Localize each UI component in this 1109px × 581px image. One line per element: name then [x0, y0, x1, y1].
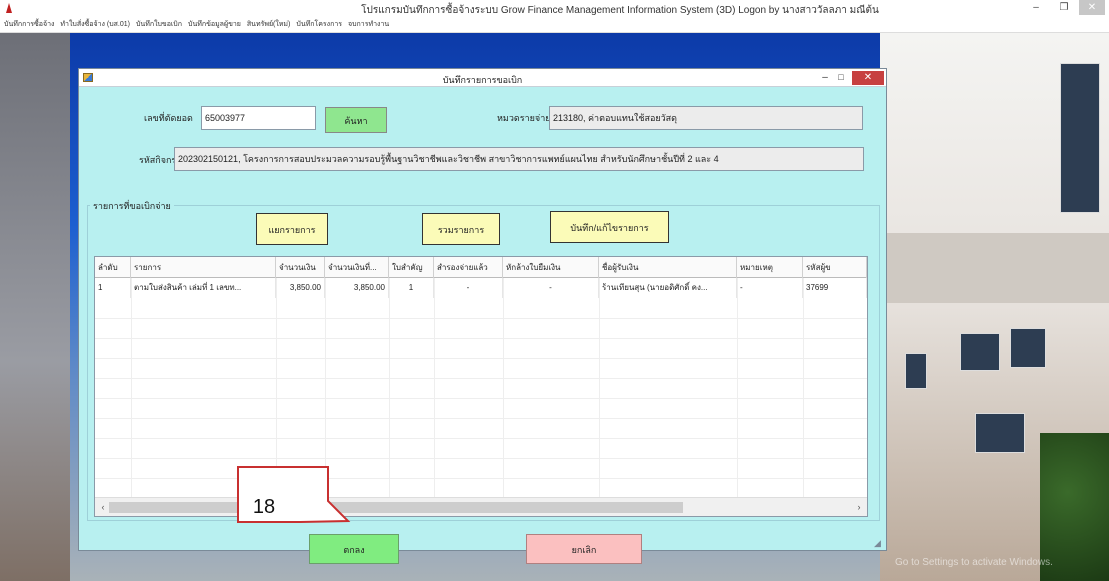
- grid-line: [276, 278, 277, 498]
- grid-line: [95, 338, 867, 339]
- app-close-button[interactable]: ✕: [1079, 0, 1105, 15]
- grid-line: [131, 278, 132, 498]
- column-header-vendor-code[interactable]: รหัสผู้ข: [803, 257, 867, 278]
- grid-line: [95, 478, 867, 479]
- grid-line: [95, 418, 867, 419]
- column-header-seq[interactable]: ลำดับ: [95, 257, 131, 278]
- background-window: [1060, 63, 1100, 213]
- app-window-controls: – ❐ ✕: [1023, 0, 1105, 17]
- background-window: [905, 353, 927, 389]
- ok-button[interactable]: ตกลง: [309, 534, 399, 564]
- grid-line: [389, 278, 390, 498]
- activity-field[interactable]: 202302150121, โครงการการสอบประมวลความรอบ…: [174, 147, 864, 171]
- column-header-payee[interactable]: ชื่อผู้รับเงิน: [599, 257, 737, 278]
- menu-item-assets[interactable]: สินทรัพย์(ใหม่): [247, 19, 290, 30]
- scroll-left-arrow-icon[interactable]: ‹: [97, 501, 109, 514]
- resize-grip-icon[interactable]: ◢: [874, 538, 884, 548]
- doc-no-input[interactable]: 65003977: [201, 106, 316, 130]
- cell-payee: ร้านเทียนสุน (นายอดิศักดิ์ คง...: [599, 278, 737, 298]
- grid-line: [434, 278, 435, 498]
- cell-vendor-code: 37699: [803, 278, 867, 298]
- menu-item-purchase[interactable]: บันทึกการซื้อจ้าง: [4, 19, 54, 30]
- cell-item: ตามใบส่งสินค้า เล่มที่ 1 เลขท...: [131, 278, 276, 298]
- background-window: [975, 413, 1025, 453]
- cell-amount-paid: 3,850.00: [325, 278, 389, 298]
- grid-header: ลำดับ รายการ จำนวนเงิน จำนวนเงินที่... ใ…: [95, 257, 867, 278]
- cell-advance-paid: -: [434, 278, 503, 298]
- background-window: [1010, 328, 1046, 368]
- merge-items-button[interactable]: รวมรายการ: [422, 213, 500, 245]
- grid-line: [95, 358, 867, 359]
- app-minimize-button[interactable]: –: [1023, 0, 1049, 15]
- grid-line: [95, 398, 867, 399]
- dialog-title: บันทึกรายการขอเบิก: [442, 75, 523, 85]
- grid-line: [599, 278, 600, 498]
- group-title: รายการที่ขอเบิกจ่าย: [90, 199, 174, 213]
- scrollbar-thumb[interactable]: [109, 502, 683, 513]
- cell-remarks: -: [737, 278, 803, 298]
- dialog-close-button[interactable]: ✕: [852, 71, 884, 85]
- grid-line: [737, 278, 738, 498]
- grid-line: [95, 458, 867, 459]
- app-menubar: บันทึกการซื้อจ้าง ทำใบสั่งซื้อจ้าง (บส.0…: [0, 17, 1109, 33]
- menu-item-exit[interactable]: จบการทำงาน: [348, 19, 389, 30]
- cell-voucher: 1: [389, 278, 434, 298]
- menu-item-vendor[interactable]: บันทึกข้อมูลผู้ขาย: [188, 19, 241, 30]
- cell-amount: 3,850.00: [276, 278, 325, 298]
- scroll-right-arrow-icon[interactable]: ›: [853, 501, 865, 514]
- app-titlebar: โปรแกรมบันทึกการซื้อจ้างระบบ Grow Financ…: [0, 0, 1109, 17]
- background-left-building: [0, 33, 70, 581]
- dialog-titlebar: บันทึกรายการขอเบิก – □ ✕: [79, 69, 886, 87]
- cell-seq: 1: [95, 278, 131, 298]
- withdrawal-dialog: บันทึกรายการขอเบิก – □ ✕ เลขที่ตัดยอด 65…: [78, 68, 887, 564]
- category-label: หมวดรายจ่าย: [497, 113, 551, 123]
- column-header-amount-paid[interactable]: จำนวนเงินที่...: [325, 257, 389, 278]
- column-header-remarks[interactable]: หมายเหตุ: [737, 257, 803, 278]
- table-row[interactable]: 1 ตามใบส่งสินค้า เล่มที่ 1 เลขท... 3,850…: [95, 278, 867, 298]
- dialog-minimize-button[interactable]: –: [818, 71, 832, 84]
- dialog-maximize-button[interactable]: □: [834, 71, 848, 84]
- grid-line: [95, 438, 867, 439]
- app-title: โปรแกรมบันทึกการซื้อจ้างระบบ Grow Financ…: [361, 5, 879, 16]
- annotation-label: 18: [252, 496, 276, 518]
- cancel-button[interactable]: ยกเลิก: [526, 534, 642, 564]
- background-roof: [880, 233, 1109, 303]
- grid-line: [803, 278, 804, 498]
- split-items-button[interactable]: แยกรายการ: [256, 213, 328, 245]
- grid-horizontal-scrollbar[interactable]: ‹ ›: [95, 497, 867, 516]
- doc-no-label: เลขที่ตัดยอด: [144, 113, 193, 123]
- windows-activation-watermark: Go to Settings to activate Windows.: [895, 557, 1053, 568]
- cell-loan-offset: -: [503, 278, 599, 298]
- menu-item-purchase-order[interactable]: ทำใบสั่งซื้อจ้าง (บส.01): [60, 19, 130, 30]
- items-grid[interactable]: ลำดับ รายการ จำนวนเงิน จำนวนเงินที่... ใ…: [94, 256, 868, 517]
- grid-line: [503, 278, 504, 498]
- search-button[interactable]: ค้นหา: [325, 107, 387, 133]
- menu-item-project[interactable]: บันทึกโครงการ: [296, 19, 342, 30]
- category-field[interactable]: 213180, ค่าตอบแทนใช้สอยวัสดุ: [549, 106, 863, 130]
- column-header-advance-paid[interactable]: สำรองจ่ายแล้ว: [434, 257, 503, 278]
- column-header-amount[interactable]: จำนวนเงิน: [276, 257, 325, 278]
- save-edit-items-button[interactable]: บันทึก/แก้ไขรายการ: [550, 211, 669, 243]
- grid-line: [95, 318, 867, 319]
- menu-item-withdrawal[interactable]: บันทึกใบขอเบิก: [136, 19, 182, 30]
- grid-line: [325, 278, 326, 498]
- column-header-loan-offset[interactable]: หักล้างใบยืมเงิน: [503, 257, 599, 278]
- column-header-item[interactable]: รายการ: [131, 257, 276, 278]
- app-logo-icon: [6, 3, 12, 13]
- grid-line: [95, 378, 867, 379]
- column-header-voucher[interactable]: ใบสำคัญ: [389, 257, 434, 278]
- background-window: [960, 333, 1000, 371]
- app-restore-button[interactable]: ❐: [1051, 0, 1077, 15]
